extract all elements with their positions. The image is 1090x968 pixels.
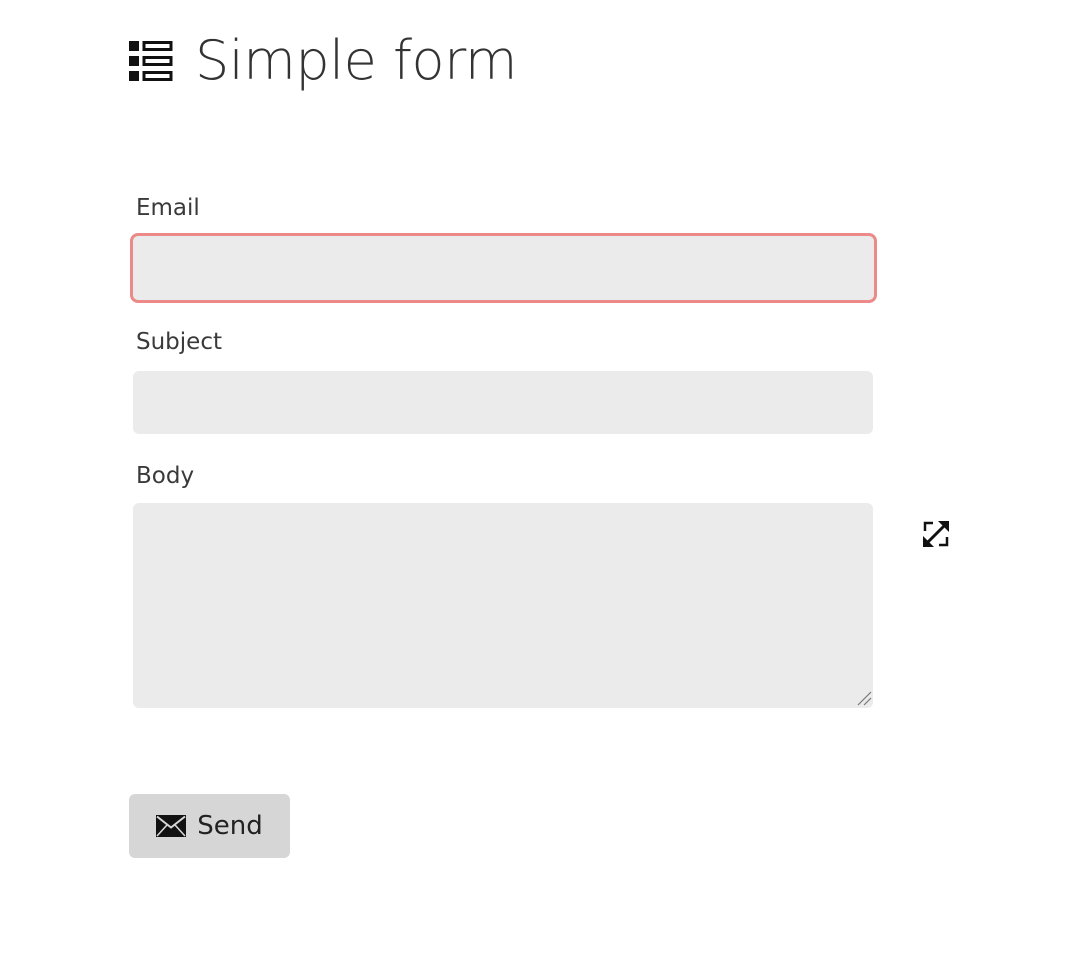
send-button-label: Send [197,811,263,841]
envelope-icon [156,815,187,837]
page-header: Simple form [129,26,517,96]
page-title: Simple form [195,29,517,92]
subject-label: Subject [136,329,222,355]
body-label: Body [136,463,195,489]
resize-grip-icon[interactable] [856,690,872,706]
email-field[interactable] [130,233,877,303]
subject-field[interactable] [133,371,873,434]
form-list-icon [129,41,173,81]
expand-body-button[interactable] [919,517,953,551]
email-label: Email [136,195,200,221]
simple-form-page: Simple form Email Subject Body Send [0,0,1090,968]
send-button[interactable]: Send [129,794,290,858]
expand-arrows-icon [923,521,949,547]
body-textarea[interactable] [133,503,873,708]
